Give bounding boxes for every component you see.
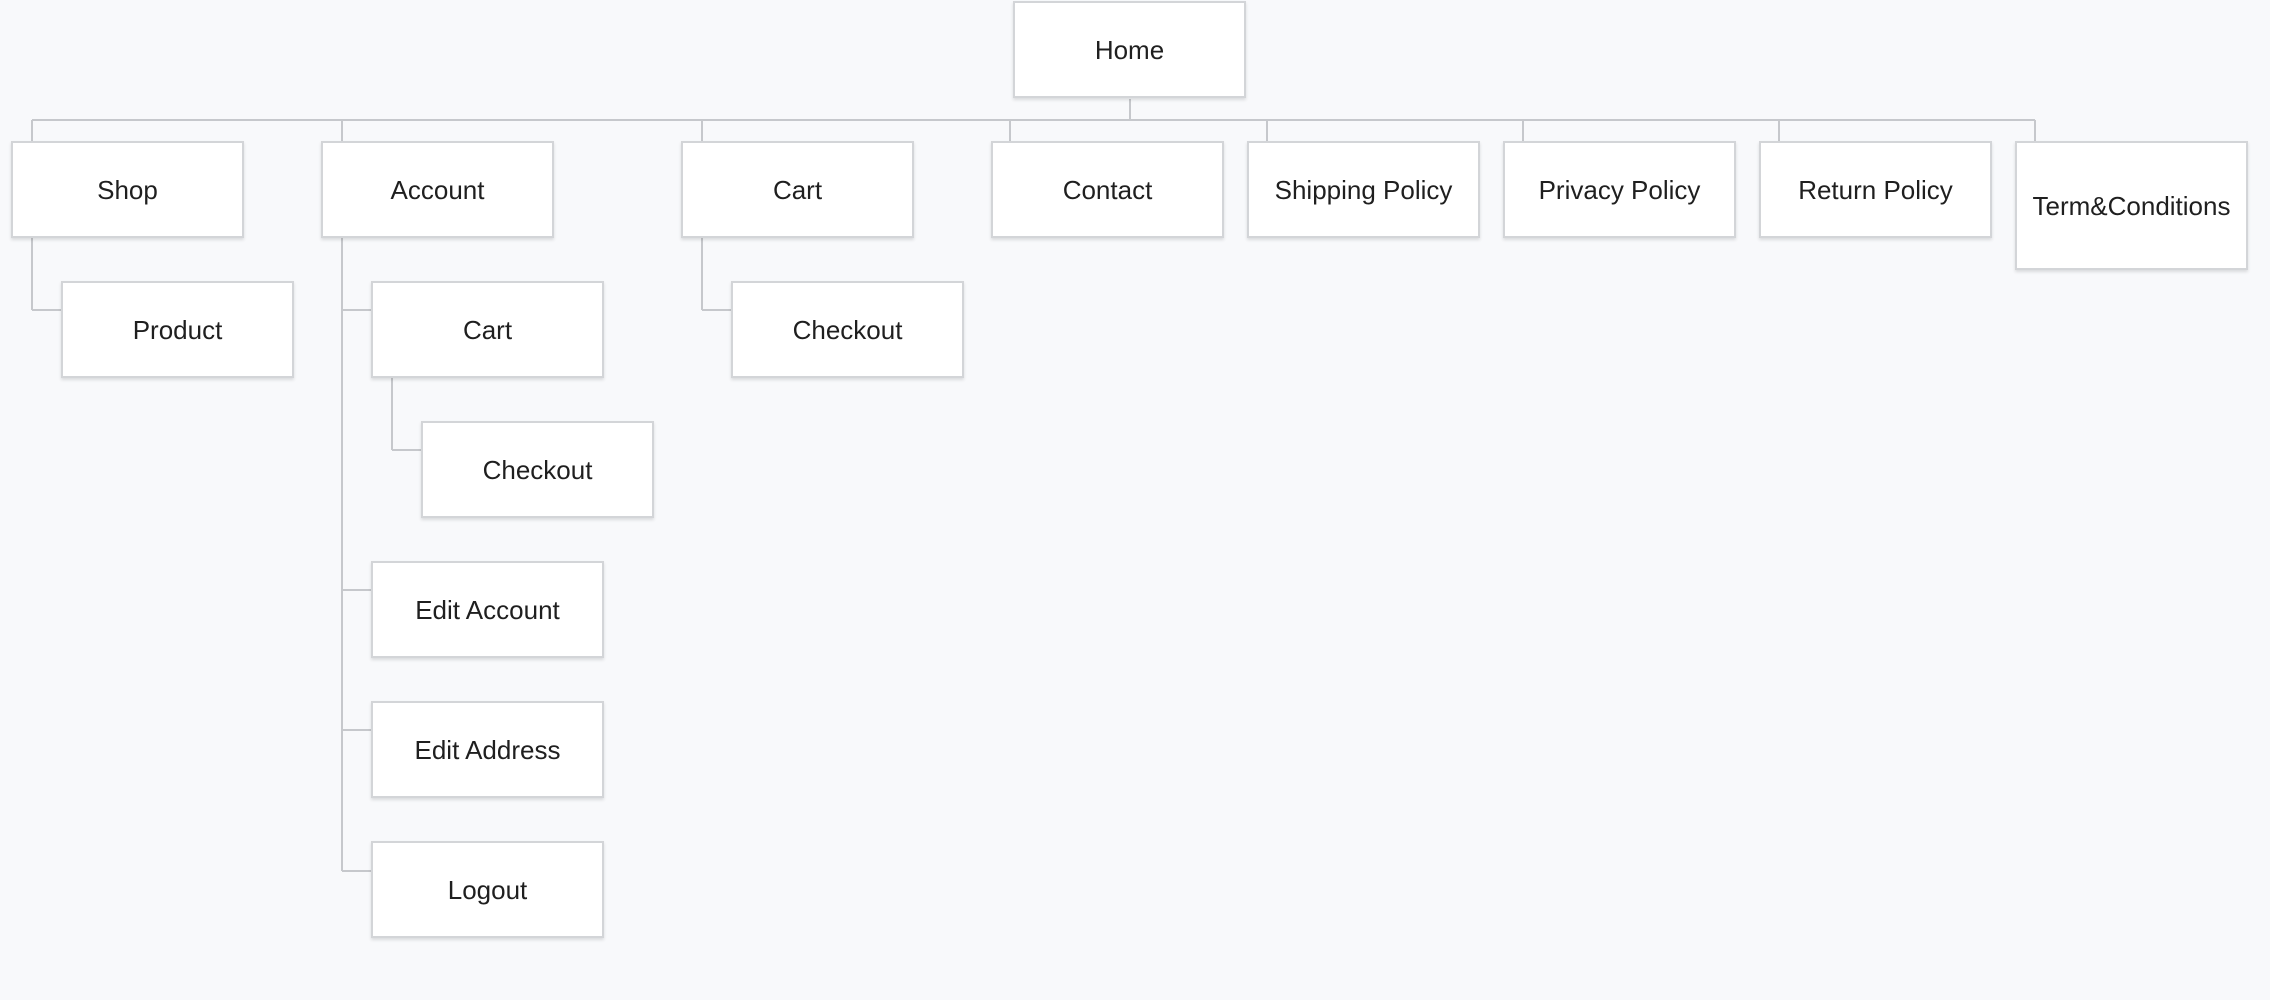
node-cart[interactable]: Cart: [681, 141, 914, 238]
node-account-checkout-label: Checkout: [482, 454, 593, 485]
node-edit-address[interactable]: Edit Address: [371, 701, 604, 798]
node-product-label: Product: [132, 314, 223, 345]
node-contact[interactable]: Contact: [991, 141, 1224, 238]
node-account-cart-label: Cart: [462, 314, 513, 345]
node-home[interactable]: Home: [1013, 1, 1246, 98]
node-shipping-policy-label: Shipping Policy: [1274, 174, 1453, 205]
node-edit-account[interactable]: Edit Account: [371, 561, 604, 658]
node-logout[interactable]: Logout: [371, 841, 604, 938]
node-account-cart[interactable]: Cart: [371, 281, 604, 378]
node-product[interactable]: Product: [61, 281, 294, 378]
node-account-label: Account: [390, 174, 485, 205]
node-account[interactable]: Account: [321, 141, 554, 238]
node-return-policy[interactable]: Return Policy: [1759, 141, 1992, 238]
node-terms[interactable]: Term&Conditions: [2015, 141, 2248, 270]
node-terms-label: Term&Conditions: [2032, 190, 2231, 221]
node-account-checkout[interactable]: Checkout: [421, 421, 654, 518]
node-home-label: Home: [1094, 34, 1165, 65]
node-shop[interactable]: Shop: [11, 141, 244, 238]
node-contact-label: Contact: [1062, 174, 1153, 205]
node-privacy-policy-label: Privacy Policy: [1538, 174, 1701, 205]
node-cart-label: Cart: [772, 174, 823, 205]
node-shipping-policy[interactable]: Shipping Policy: [1247, 141, 1480, 238]
node-privacy-policy[interactable]: Privacy Policy: [1503, 141, 1736, 238]
node-edit-account-label: Edit Account: [415, 594, 560, 625]
node-shop-label: Shop: [97, 174, 158, 205]
node-cart-checkout[interactable]: Checkout: [731, 281, 964, 378]
node-cart-checkout-label: Checkout: [792, 314, 903, 345]
node-edit-address-label: Edit Address: [414, 734, 561, 765]
node-return-policy-label: Return Policy: [1798, 174, 1953, 205]
node-logout-label: Logout: [447, 874, 528, 905]
